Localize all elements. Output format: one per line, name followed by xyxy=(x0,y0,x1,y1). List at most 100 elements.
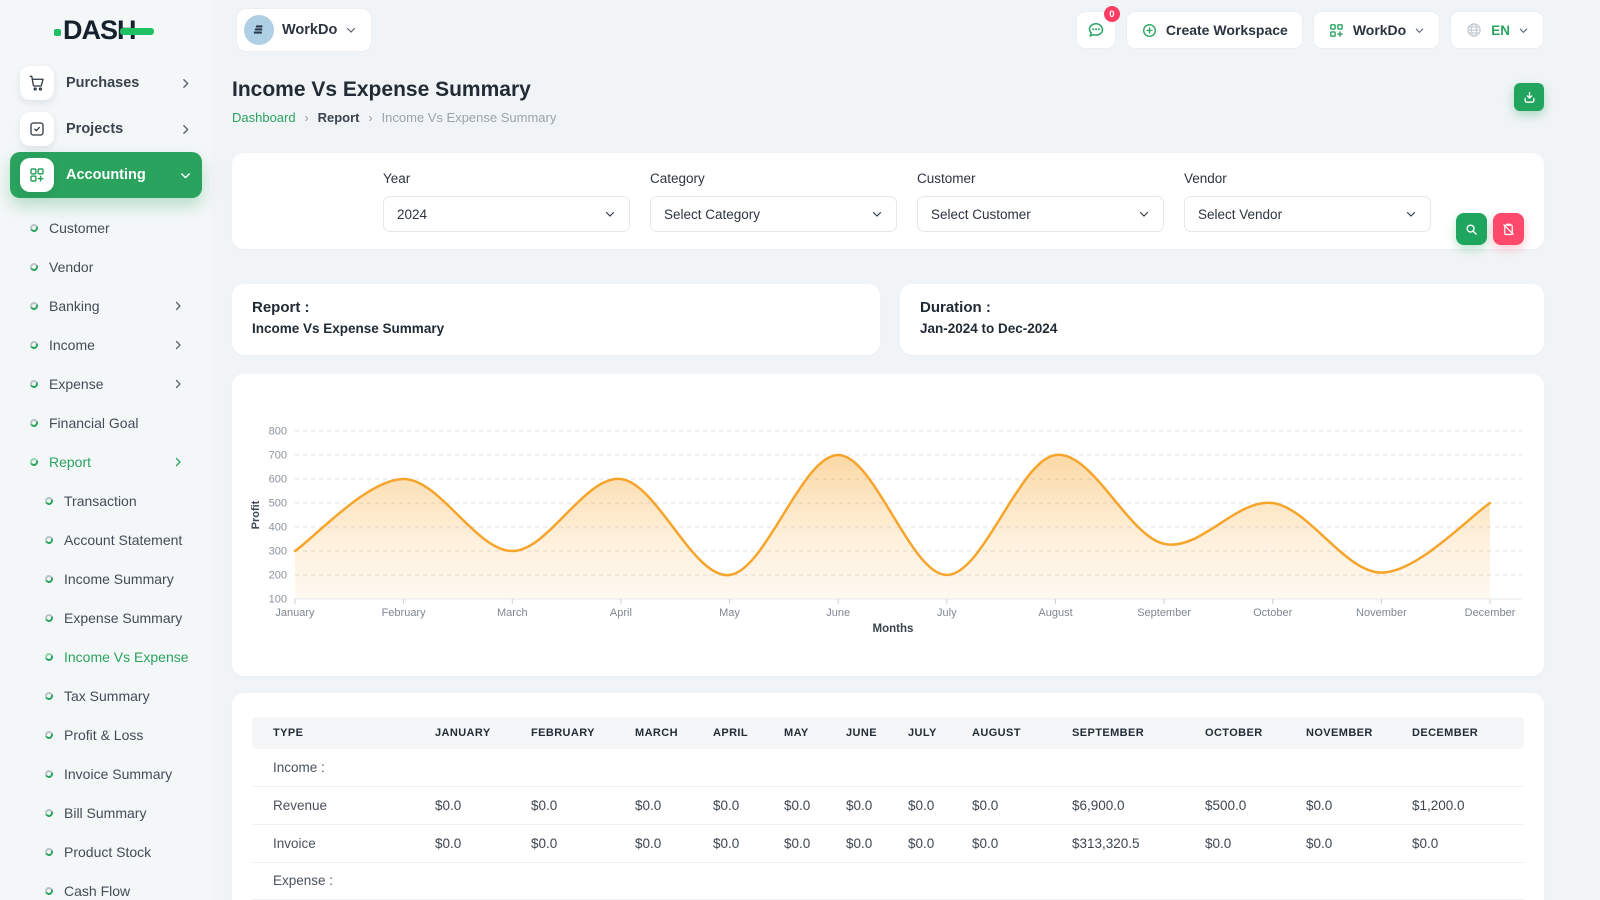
vendor-select-value: Select Vendor xyxy=(1198,207,1282,222)
grid-plus-icon xyxy=(1328,22,1345,39)
breadcrumb-report[interactable]: Report xyxy=(318,110,360,125)
table-cell: $0.0 xyxy=(635,786,713,824)
sidebar-item-label: Expense xyxy=(49,376,103,392)
chevron-down-icon xyxy=(179,169,192,182)
create-workspace-button[interactable]: Create Workspace xyxy=(1126,11,1303,49)
duration-card-title: Duration : xyxy=(920,299,1524,316)
customer-label: Customer xyxy=(917,171,1164,186)
breadcrumb-separator-icon: › xyxy=(369,111,373,125)
table-section-income: Income : xyxy=(252,749,1524,786)
sidebar-item-label: Bill Summary xyxy=(64,805,146,821)
table-header-type: TYPE xyxy=(252,717,435,749)
table-cell: $1,200.0 xyxy=(1412,786,1524,824)
table-cell: $0.0 xyxy=(972,786,1072,824)
sidebar-item-projects[interactable]: Projects xyxy=(10,106,202,152)
logo-dot-icon xyxy=(54,29,61,36)
chevron-down-icon xyxy=(604,208,616,220)
language-selector[interactable]: EN xyxy=(1450,11,1544,49)
sidebar-item-bill-summary[interactable]: Bill Summary xyxy=(10,793,202,832)
sidebar-item-banking[interactable]: Banking xyxy=(10,286,202,325)
topbar: WorkDo 0 Create Workspace WorkDo EN xyxy=(232,8,1544,52)
report-card-value: Income Vs Expense Summary xyxy=(252,321,860,336)
bullet-icon xyxy=(44,495,54,505)
workspace-switcher[interactable]: WorkDo xyxy=(236,8,372,52)
category-select[interactable]: Select Category xyxy=(650,196,897,232)
svg-text:700: 700 xyxy=(269,450,287,462)
vendor-select[interactable]: Select Vendor xyxy=(1184,196,1431,232)
table-header-july: JULY xyxy=(908,717,972,749)
breadcrumb: Dashboard › Report › Income Vs Expense S… xyxy=(232,110,1544,125)
bullet-icon xyxy=(44,807,54,817)
workdo-menu-button[interactable]: WorkDo xyxy=(1313,11,1440,49)
sidebar-item-report[interactable]: Report xyxy=(10,442,202,481)
year-select[interactable]: 2024 xyxy=(383,196,630,232)
sidebar-item-expense-summary[interactable]: Expense Summary xyxy=(10,598,202,637)
clear-filter-icon xyxy=(1501,222,1516,237)
reset-filter-button[interactable] xyxy=(1493,213,1524,245)
chevron-right-icon xyxy=(179,77,192,90)
customer-select[interactable]: Select Customer xyxy=(917,196,1164,232)
sidebar-item-invoice-summary[interactable]: Invoice Summary xyxy=(10,754,202,793)
sidebar-item-cash-flow[interactable]: Cash Flow xyxy=(10,871,202,900)
globe-icon xyxy=(1465,21,1483,39)
filter-category: Category Select Category xyxy=(650,171,897,249)
download-button[interactable] xyxy=(1514,83,1544,111)
filter-customer: Customer Select Customer xyxy=(917,171,1164,249)
table-header-april: APRIL xyxy=(713,717,784,749)
income-expense-table: TYPEJANUARYFEBRUARYMARCHAPRILMAYJUNEJULY… xyxy=(252,717,1524,900)
sidebar-item-income-summary[interactable]: Income Summary xyxy=(10,559,202,598)
bullet-icon xyxy=(44,534,54,544)
svg-text:June: June xyxy=(826,607,850,619)
chevron-right-icon xyxy=(172,378,184,390)
sidebar-item-label: Transaction xyxy=(64,493,137,509)
workdo-menu-label: WorkDo xyxy=(1353,22,1406,38)
breadcrumb-current: Income Vs Expense Summary xyxy=(382,110,557,125)
table-cell: $0.0 xyxy=(1205,824,1306,862)
duration-summary-card: Duration : Jan-2024 to Dec-2024 xyxy=(900,284,1544,355)
sidebar-item-purchases[interactable]: Purchases xyxy=(10,60,202,106)
chevron-down-icon xyxy=(1138,208,1150,220)
sidebar-item-tax-summary[interactable]: Tax Summary xyxy=(10,676,202,715)
duration-card-value: Jan-2024 to Dec-2024 xyxy=(920,321,1524,336)
messages-button[interactable]: 0 xyxy=(1076,11,1116,49)
bullet-icon xyxy=(29,417,39,427)
bullet-icon xyxy=(44,690,54,700)
sidebar-item-accounting[interactable]: Accounting xyxy=(10,152,202,198)
sidebar-item-customer[interactable]: Customer xyxy=(10,208,202,247)
table-row-label: Revenue xyxy=(252,786,435,824)
chevron-right-icon xyxy=(179,123,192,136)
svg-text:300: 300 xyxy=(269,546,287,558)
sidebar-item-vendor[interactable]: Vendor xyxy=(10,247,202,286)
svg-text:July: July xyxy=(937,607,957,619)
sidebar-item-expense[interactable]: Expense xyxy=(10,364,202,403)
sidebar-item-income[interactable]: Income xyxy=(10,325,202,364)
chat-icon xyxy=(1086,20,1106,40)
table-header-november: NOVEMBER xyxy=(1306,717,1412,749)
svg-text:August: August xyxy=(1038,607,1072,619)
customer-select-value: Select Customer xyxy=(931,207,1031,222)
table-section-label: Income : xyxy=(252,749,1524,786)
chevron-right-icon xyxy=(172,300,184,312)
bullet-icon xyxy=(44,573,54,583)
table-cell: $0.0 xyxy=(435,824,531,862)
sidebar-item-income-vs-expense[interactable]: Income Vs Expense xyxy=(10,637,202,676)
breadcrumb-dashboard[interactable]: Dashboard xyxy=(232,110,296,125)
svg-text:Profit: Profit xyxy=(250,500,262,529)
table-row-invoice: Invoice$0.0$0.0$0.0$0.0$0.0$0.0$0.0$0.0$… xyxy=(252,824,1524,862)
logo[interactable]: DASH xyxy=(10,0,202,60)
workspace-name: WorkDo xyxy=(282,22,337,38)
sidebar-item-label: Tax Summary xyxy=(64,688,150,704)
table-header-january: JANUARY xyxy=(435,717,531,749)
vendor-label: Vendor xyxy=(1184,171,1431,186)
svg-text:October: October xyxy=(1253,607,1292,619)
search-button[interactable] xyxy=(1456,213,1487,245)
sidebar-item-account-statement[interactable]: Account Statement xyxy=(10,520,202,559)
sidebar-item-transaction[interactable]: Transaction xyxy=(10,481,202,520)
sidebar-item-product-stock[interactable]: Product Stock xyxy=(10,832,202,871)
bullet-icon xyxy=(44,729,54,739)
sidebar-item-profit-loss[interactable]: Profit & Loss xyxy=(10,715,202,754)
sidebar-item-financial-goal[interactable]: Financial Goal xyxy=(10,403,202,442)
chevron-down-icon xyxy=(1518,25,1529,36)
svg-text:800: 800 xyxy=(269,426,287,438)
category-label: Category xyxy=(650,171,897,186)
